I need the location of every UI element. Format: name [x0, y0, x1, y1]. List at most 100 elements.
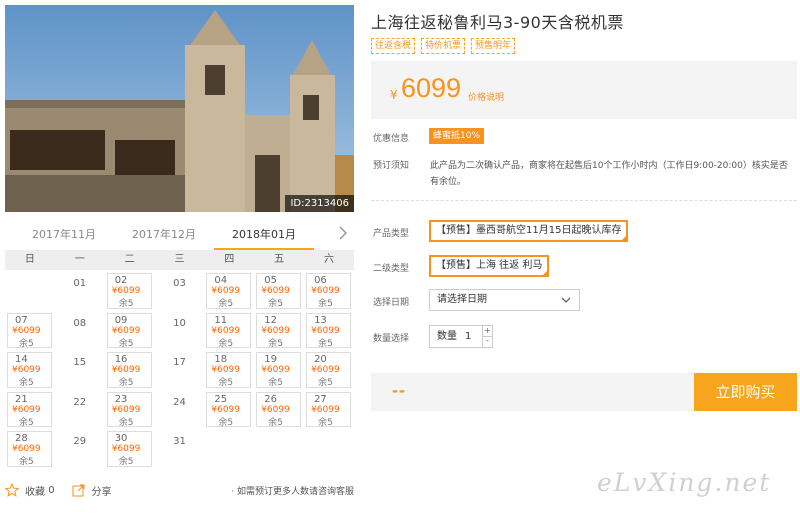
- qty-value[interactable]: 1: [465, 326, 471, 347]
- date-select[interactable]: 请选择日期: [429, 289, 580, 311]
- qty-decrement-button[interactable]: -: [482, 336, 492, 347]
- weekday-label: 一: [74, 254, 85, 265]
- day-number: 21: [15, 393, 28, 405]
- day-price: ¥6099: [111, 365, 141, 376]
- calendar-day-available[interactable]: 16 ¥6099 余5: [105, 349, 155, 389]
- tab-month-1[interactable]: 2017年12月: [114, 226, 214, 250]
- day-remaining: 余5: [318, 417, 333, 428]
- calendar-day-available[interactable]: 28 ¥6099 余5: [5, 428, 55, 468]
- day-remaining: 余5: [118, 338, 134, 349]
- price-symbol: ¥: [390, 88, 398, 102]
- day-remaining: 余5: [19, 378, 34, 389]
- day-price: ¥6099: [12, 404, 41, 415]
- day-price: ¥6099: [211, 365, 241, 376]
- calendar-day-available[interactable]: 13 ¥6099 余5: [304, 310, 354, 350]
- calendar-day-available[interactable]: 14 ¥6099 余5: [5, 349, 55, 389]
- total-price: --: [392, 380, 406, 400]
- star-icon: [5, 483, 19, 497]
- calendar-grid: 01 02 ¥6099 余5 03 04 ¥6099 余5 05 ¥6099 余5 06 ¥6099 余5…: [5, 270, 354, 468]
- day-remaining: 余5: [118, 417, 134, 428]
- day-remaining: 余5: [218, 299, 234, 309]
- calendar-day-available[interactable]: 09 ¥6099 余5: [105, 310, 155, 350]
- calendar-day-available[interactable]: 26 ¥6099 余5: [254, 389, 304, 429]
- calendar-day-available[interactable]: 12 ¥6099 余5: [254, 310, 304, 350]
- day-price: ¥6099: [12, 325, 41, 336]
- product-type-option[interactable]: 【预售】墨西哥航空11月15日起晚认库存: [429, 220, 629, 242]
- booking-note: · 如需预订更多人数请咨询客服: [231, 487, 354, 497]
- calendar-day-available[interactable]: 19 ¥6099 余5: [254, 349, 304, 389]
- day-remaining: 余5: [118, 457, 134, 468]
- share-button[interactable]: 分享: [72, 483, 112, 498]
- day-remaining: 余5: [318, 378, 333, 389]
- day-remaining: 余5: [268, 378, 283, 389]
- price-note-link[interactable]: 价格说明: [468, 90, 504, 103]
- calendar-blank: [5, 270, 55, 310]
- tab-month-2[interactable]: 2018年01月: [214, 226, 314, 250]
- weekday-label: 日: [24, 254, 35, 265]
- calendar-day-available[interactable]: 21 ¥6099 余5: [5, 389, 55, 429]
- calendar-day-available[interactable]: 02 ¥6099 余5: [105, 270, 155, 310]
- day-price: ¥6099: [261, 365, 290, 376]
- chevron-down-icon: [561, 297, 571, 303]
- product-title: 上海往返秘鲁利马3-90天含税机票: [371, 13, 624, 32]
- calendar-day-available[interactable]: 20 ¥6099 余5: [304, 349, 354, 389]
- promo-label: 优惠信息: [373, 134, 410, 144]
- day-number: 18: [214, 354, 228, 366]
- day-remaining: 余5: [218, 417, 234, 428]
- tab-month-0[interactable]: 2017年11月: [14, 226, 114, 250]
- photo-id-label: ID:2313406: [285, 195, 354, 212]
- day-number: 19: [264, 354, 277, 366]
- divider: [371, 200, 797, 201]
- action-bar: 收藏 0 分享 · 如需预订更多人数请咨询客服: [0, 478, 360, 502]
- qty-prefix: 数量: [437, 331, 457, 342]
- calendar-day: 03: [155, 270, 205, 310]
- buy-now-button[interactable]: 立即购买: [694, 373, 797, 411]
- calendar-day-available[interactable]: 18 ¥6099 余5: [204, 349, 254, 389]
- price-box: ¥ 6099 价格说明: [371, 61, 797, 119]
- weekday-header: 日一二三四五六: [5, 250, 354, 270]
- day-remaining: 余5: [19, 338, 34, 349]
- product-tags: 往返含税 特价机票 预售明年: [371, 38, 521, 54]
- price-calendar: 日一二三四五六 01 02 ¥6099 余5 03 04 ¥6099 余5 05 ¥6099 余5 0…: [5, 250, 354, 468]
- day-number: 08: [73, 317, 87, 329]
- notice-label: 预订须知: [373, 161, 410, 171]
- tag-roundtrip: 往返含税: [371, 38, 416, 54]
- share-label: 分享: [91, 486, 112, 498]
- day-number: 20: [314, 354, 327, 366]
- day-remaining: 余5: [218, 378, 234, 389]
- day-number: 03: [173, 278, 186, 289]
- day-price: ¥6099: [311, 365, 340, 376]
- day-number: 12: [264, 314, 277, 326]
- calendar-day-available[interactable]: 07 ¥6099 余5: [5, 310, 55, 350]
- day-price: ¥6099: [111, 286, 141, 296]
- day-number: 15: [73, 357, 87, 369]
- day-price: ¥6099: [311, 404, 340, 415]
- day-number: 26: [264, 393, 277, 405]
- calendar-day: 24: [155, 389, 205, 429]
- day-number: 27: [314, 393, 327, 405]
- quantity-stepper: 数量 1 + -: [429, 325, 493, 348]
- month-tabs: 2017年11月 2017年12月 2018年01月: [5, 222, 354, 250]
- day-number: 31: [173, 436, 186, 448]
- calendar-day-available[interactable]: 04 ¥6099 余5: [204, 270, 254, 310]
- day-price: ¥6099: [111, 325, 141, 336]
- calendar-day-available[interactable]: 27 ¥6099 余5: [304, 389, 354, 429]
- calendar-day-available[interactable]: 11 ¥6099 余5: [204, 310, 254, 350]
- promo-badge: 蜂蜜抵10%: [429, 128, 485, 144]
- day-remaining: 余5: [318, 338, 333, 349]
- calendar-day-available[interactable]: 05 ¥6099 余5: [254, 270, 304, 310]
- day-remaining: 余5: [118, 299, 134, 309]
- day-price: ¥6099: [261, 286, 290, 296]
- subtype-option[interactable]: 【预售】上海 往返 利马: [429, 255, 550, 277]
- calendar-day-available[interactable]: 25 ¥6099 余5: [204, 389, 254, 429]
- calendar-day-available[interactable]: 06 ¥6099 余5: [304, 270, 354, 310]
- product-photo: ID:2313406: [5, 5, 354, 212]
- calendar-day-available[interactable]: 30 ¥6099 余5: [105, 428, 155, 468]
- favorite-button[interactable]: 收藏 0: [5, 483, 55, 498]
- cathedral-image: [5, 5, 354, 212]
- day-number: 28: [15, 433, 28, 445]
- day-price: ¥6099: [261, 404, 290, 415]
- chevron-right-icon[interactable]: [336, 226, 350, 242]
- calendar-day-available[interactable]: 23 ¥6099 余5: [105, 389, 155, 429]
- day-remaining: 余5: [268, 417, 283, 428]
